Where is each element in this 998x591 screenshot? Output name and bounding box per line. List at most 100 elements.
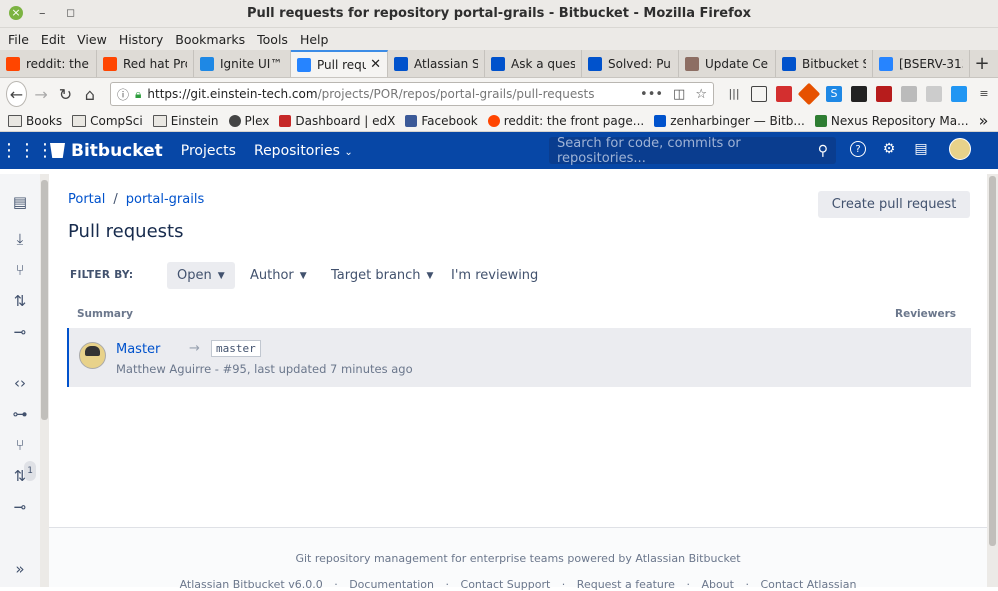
footer-request-feature[interactable]: Request a feature: [577, 578, 675, 591]
filter-state-dropdown[interactable]: Open ▼: [167, 262, 235, 289]
nav-projects[interactable]: Projects: [181, 143, 236, 159]
tab-9[interactable]: [BSERV-313: [873, 50, 970, 77]
forward-icon[interactable]: →: [31, 81, 51, 107]
branches-icon[interactable]: ⑂: [10, 435, 30, 455]
breadcrumb-project[interactable]: Portal: [68, 192, 105, 207]
help-icon[interactable]: ?: [850, 141, 866, 157]
filter-author-dropdown[interactable]: Author ▼: [240, 262, 317, 289]
menu-view[interactable]: View: [77, 32, 107, 47]
filter-target-branch-dropdown[interactable]: Target branch ▼: [321, 262, 443, 289]
ublock-icon[interactable]: [876, 86, 892, 102]
repository-icon[interactable]: ▤: [10, 192, 30, 212]
bookmark-item-7[interactable]: zenharbinger — Bitb...: [654, 114, 805, 128]
home-icon[interactable]: ⌂: [80, 81, 100, 107]
create-branch-icon[interactable]: ⑂: [10, 260, 30, 280]
footer-contact-support[interactable]: Contact Support: [461, 578, 551, 591]
tab-5[interactable]: Ask a quest: [485, 50, 582, 77]
footer-version[interactable]: Atlassian Bitbucket v6.0.0: [180, 578, 323, 591]
bookmark-item-0[interactable]: Books: [8, 114, 62, 128]
menu-file[interactable]: File: [8, 32, 29, 47]
window-titlebar: × – ◻ Pull requests for repository porta…: [0, 0, 998, 28]
extension-grey-icon[interactable]: [901, 86, 917, 102]
menu-edit[interactable]: Edit: [41, 32, 65, 47]
bitbucket-icon: [654, 114, 667, 127]
back-icon[interactable]: ←: [6, 81, 27, 107]
extension-blue-icon[interactable]: [951, 86, 967, 102]
sidebar-scrollbar-thumb[interactable]: [41, 180, 48, 420]
tab-4[interactable]: Atlassian Su: [388, 50, 485, 77]
extension-s-icon[interactable]: S: [826, 86, 842, 102]
pull-request-title[interactable]: Master: [116, 342, 160, 357]
tab-2[interactable]: Ignite UI™ A: [194, 50, 291, 77]
page-actions-icon[interactable]: •••: [640, 87, 663, 102]
create-pull-request-button[interactable]: Create pull request: [818, 191, 970, 218]
reload-icon[interactable]: ↻: [55, 81, 75, 107]
bookmarks-overflow-icon[interactable]: »: [979, 111, 989, 130]
bookmark-item-2[interactable]: Einstein: [152, 113, 219, 128]
bookmark-item-4[interactable]: Dashboard | edX: [279, 114, 395, 128]
tab-8[interactable]: Bitbucket Se: [776, 50, 873, 77]
bitbucket-logo[interactable]: Bitbucket: [50, 141, 163, 161]
page-scrollbar[interactable]: [987, 174, 998, 587]
tag-icon[interactable]: [797, 82, 821, 106]
tab-favicon-icon: [200, 56, 214, 71]
tab-6[interactable]: Solved: Pull: [582, 50, 679, 77]
menu-tools[interactable]: Tools: [257, 32, 288, 47]
page-scrollbar-thumb[interactable]: [989, 176, 996, 546]
bookmark-item-5[interactable]: Facebook: [405, 114, 478, 128]
footer-documentation[interactable]: Documentation: [349, 578, 434, 591]
bookmark-label: Einstein: [170, 113, 219, 128]
address-bar[interactable]: ⓘ 🔒︎ https://git.einstein-tech.com/proje…: [110, 82, 714, 106]
tab-3[interactable]: Pull requ ✕: [291, 50, 388, 77]
extension-dark-icon[interactable]: [851, 86, 867, 102]
bookmark-label: Books: [26, 113, 63, 128]
forks-icon[interactable]: ⊸: [10, 497, 30, 517]
bookmark-star-icon[interactable]: ☆: [695, 87, 707, 102]
breadcrumb-repo[interactable]: portal-grails: [126, 192, 204, 207]
user-avatar[interactable]: [949, 138, 971, 160]
tab-0[interactable]: reddit: the f: [0, 50, 97, 77]
bookmark-label: Plex: [244, 113, 270, 128]
tab-label: Red hat Pro: [123, 56, 187, 71]
footer-contact-atlassian[interactable]: Contact Atlassian: [760, 578, 856, 591]
source-icon[interactable]: ‹›: [10, 373, 30, 393]
footer-separator: ·: [745, 578, 749, 591]
expand-sidebar-icon[interactable]: »: [10, 559, 30, 579]
app-switcher-icon[interactable]: ⋮⋮⋮: [0, 140, 54, 161]
menu-history[interactable]: History: [119, 32, 163, 47]
bookmark-item-8[interactable]: Nexus Repository Ma...: [814, 114, 969, 128]
sidebar-scrollbar[interactable]: [40, 174, 49, 587]
footer-about[interactable]: About: [701, 578, 734, 591]
footer-links: Atlassian Bitbucket v6.0.0 · Documentati…: [49, 578, 987, 591]
search-icon[interactable]: ⚲: [818, 143, 828, 159]
table-row[interactable]: Master → master Matthew Aguirre - #95, l…: [67, 328, 971, 387]
search-input[interactable]: Search for code, commits or repositories…: [549, 136, 836, 166]
tab-favicon-icon: [394, 56, 408, 71]
inbox-icon[interactable]: ▤: [912, 140, 930, 158]
fork-icon[interactable]: ⊸: [10, 322, 30, 342]
info-icon[interactable]: ⓘ: [117, 86, 129, 103]
tab-7[interactable]: Update Cen: [679, 50, 776, 77]
bookmark-item-6[interactable]: reddit: the front page...: [487, 114, 644, 128]
gear-icon[interactable]: ⚙: [880, 140, 898, 158]
extension-red-icon[interactable]: [776, 86, 792, 102]
create-pull-request-icon[interactable]: ⇅: [10, 291, 30, 311]
menu-bookmarks[interactable]: Bookmarks: [175, 32, 245, 47]
pocket-icon[interactable]: ◫: [673, 87, 685, 102]
menu-help[interactable]: Help: [300, 32, 329, 47]
menu-hamburger-icon[interactable]: ≡: [976, 86, 992, 102]
tab-1[interactable]: Red hat Pro: [97, 50, 194, 77]
pull-requests-icon[interactable]: ⇅ 1: [10, 461, 36, 486]
tab-close-icon[interactable]: ✕: [370, 57, 381, 72]
nav-repositories[interactable]: Repositories ⌄: [254, 143, 353, 159]
clone-icon[interactable]: ⤓: [10, 229, 30, 249]
sidebar-icon[interactable]: [751, 86, 767, 102]
bookmark-item-3[interactable]: Plex: [228, 113, 270, 128]
extension-light-icon[interactable]: [926, 86, 942, 102]
filter-im-reviewing[interactable]: I'm reviewing: [441, 262, 548, 289]
new-tab-button[interactable]: +: [970, 50, 994, 77]
commits-icon[interactable]: ⊶: [10, 404, 30, 424]
bookmark-item-1[interactable]: CompSci: [72, 114, 143, 128]
library-icon[interactable]: |||: [726, 86, 742, 102]
window-title: Pull requests for repository portal-grai…: [246, 6, 752, 21]
